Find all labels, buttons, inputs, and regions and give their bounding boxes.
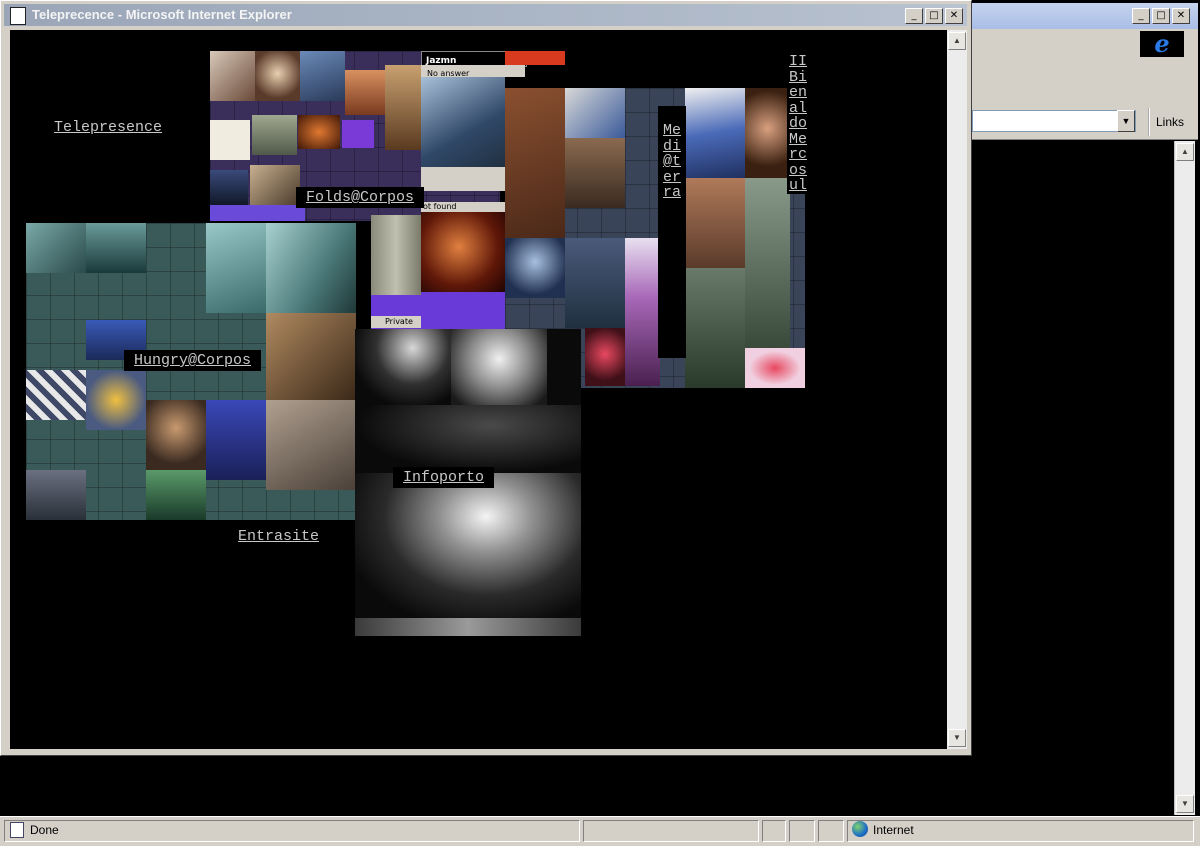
window-fragment: [210, 205, 305, 221]
private-label: Private: [385, 317, 413, 326]
video-still: [250, 165, 300, 205]
link-mediaterra[interactable]: Medi@terra: [661, 123, 683, 201]
chat-status-text: No answer: [427, 69, 470, 77]
video-still: [565, 238, 625, 328]
scroll-down-icon[interactable]: ▼: [948, 729, 966, 747]
link-telepresence[interactable]: Telepresence: [54, 119, 162, 136]
minimize-button[interactable]: _: [905, 8, 923, 24]
background-titlebar[interactable]: _ □ ✕: [972, 3, 1198, 30]
link-entrasite[interactable]: Entrasite: [238, 528, 319, 545]
chat-status-row: No answer: [421, 65, 525, 77]
status-pane: [762, 820, 786, 842]
close-button[interactable]: ✕: [1172, 8, 1190, 24]
video-still: [685, 178, 745, 268]
video-still: [266, 400, 356, 490]
scroll-up-icon[interactable]: ▲: [948, 32, 966, 50]
video-still: [26, 370, 86, 420]
video-still: [745, 178, 790, 348]
video-still: [146, 470, 206, 520]
video-still: [685, 268, 745, 388]
video-still: [26, 470, 86, 520]
page-content: Jazmn No answer ot found Private Telepre…: [10, 30, 947, 749]
video-still: [355, 618, 581, 636]
chevron-down-icon[interactable]: ▼: [1117, 110, 1135, 132]
video-still: [345, 70, 385, 115]
close-button[interactable]: ✕: [945, 8, 963, 24]
video-still: [298, 115, 340, 149]
status-pane-main: [4, 820, 580, 842]
popup-browser-window: Teleprecence - Microsoft Internet Explor…: [0, 0, 972, 756]
link-folds-corpos[interactable]: Folds@Corpos: [296, 187, 425, 208]
status-pane: [789, 820, 815, 842]
video-still: [745, 348, 805, 388]
video-still: [206, 223, 266, 313]
page-icon: [10, 7, 26, 25]
status-text: Done: [30, 823, 59, 837]
background-toolbar: e: [972, 29, 1198, 108]
status-bar: [0, 816, 1200, 846]
globe-icon: [852, 821, 868, 837]
video-still: [565, 88, 625, 138]
video-still: [625, 238, 660, 386]
chat-controls: [421, 167, 505, 191]
scroll-up-icon[interactable]: ▲: [1176, 143, 1194, 161]
video-still: [210, 170, 248, 205]
video-still: [210, 120, 250, 160]
video-still: [266, 313, 356, 400]
video-still: [745, 88, 790, 178]
popup-scrollbar[interactable]: ▲ ▼: [947, 30, 967, 749]
window-fragment: [505, 51, 565, 65]
video-still: [86, 370, 146, 430]
video-still: [146, 400, 206, 470]
status-pane: [583, 820, 759, 842]
video-still: [206, 400, 266, 480]
video-still: [26, 223, 86, 273]
video-still: [355, 329, 451, 405]
popup-titlebar[interactable]: Teleprecence - Microsoft Internet Explor…: [4, 4, 967, 26]
video-still: [505, 238, 565, 298]
status-pane: [818, 820, 844, 842]
links-button[interactable]: Links: [1148, 108, 1184, 136]
video-still: [255, 51, 300, 101]
video-still: [505, 88, 565, 238]
maximize-button[interactable]: □: [1152, 8, 1170, 24]
address-input[interactable]: [972, 110, 1136, 132]
video-still: [86, 223, 146, 273]
maximize-button[interactable]: □: [925, 8, 943, 24]
security-zone: Internet: [873, 823, 914, 837]
video-still: [210, 51, 255, 101]
video-still: [252, 115, 297, 155]
window-fragment: [342, 120, 374, 148]
window-title: Teleprecence - Microsoft Internet Explor…: [32, 7, 292, 22]
scroll-down-icon[interactable]: ▼: [1176, 795, 1194, 813]
link-hungry-corpos[interactable]: Hungry@Corpos: [124, 350, 262, 371]
chat-not-found-text: ot found: [423, 202, 457, 211]
page-icon: [10, 822, 24, 838]
video-still: [300, 51, 345, 101]
video-still: [355, 473, 581, 618]
minimize-button[interactable]: _: [1132, 8, 1150, 24]
video-still: [385, 65, 421, 150]
link-infoporto[interactable]: Infoporto: [393, 467, 495, 488]
video-still: [585, 328, 625, 386]
video-still: [421, 210, 505, 292]
background-scrollbar[interactable]: ▲ ▼: [1174, 141, 1195, 815]
private-button[interactable]: Private: [371, 316, 421, 328]
video-still: [421, 77, 505, 167]
ie-logo-icon: e: [1140, 31, 1184, 57]
video-still: [565, 138, 625, 208]
chat-notfound-row: ot found: [421, 202, 505, 212]
video-still: [371, 215, 421, 295]
video-still: [266, 223, 356, 313]
link-bienal-mercosul[interactable]: II Bienal do Mercosul: [787, 54, 809, 194]
video-still: [355, 405, 581, 473]
video-still: [685, 88, 745, 178]
